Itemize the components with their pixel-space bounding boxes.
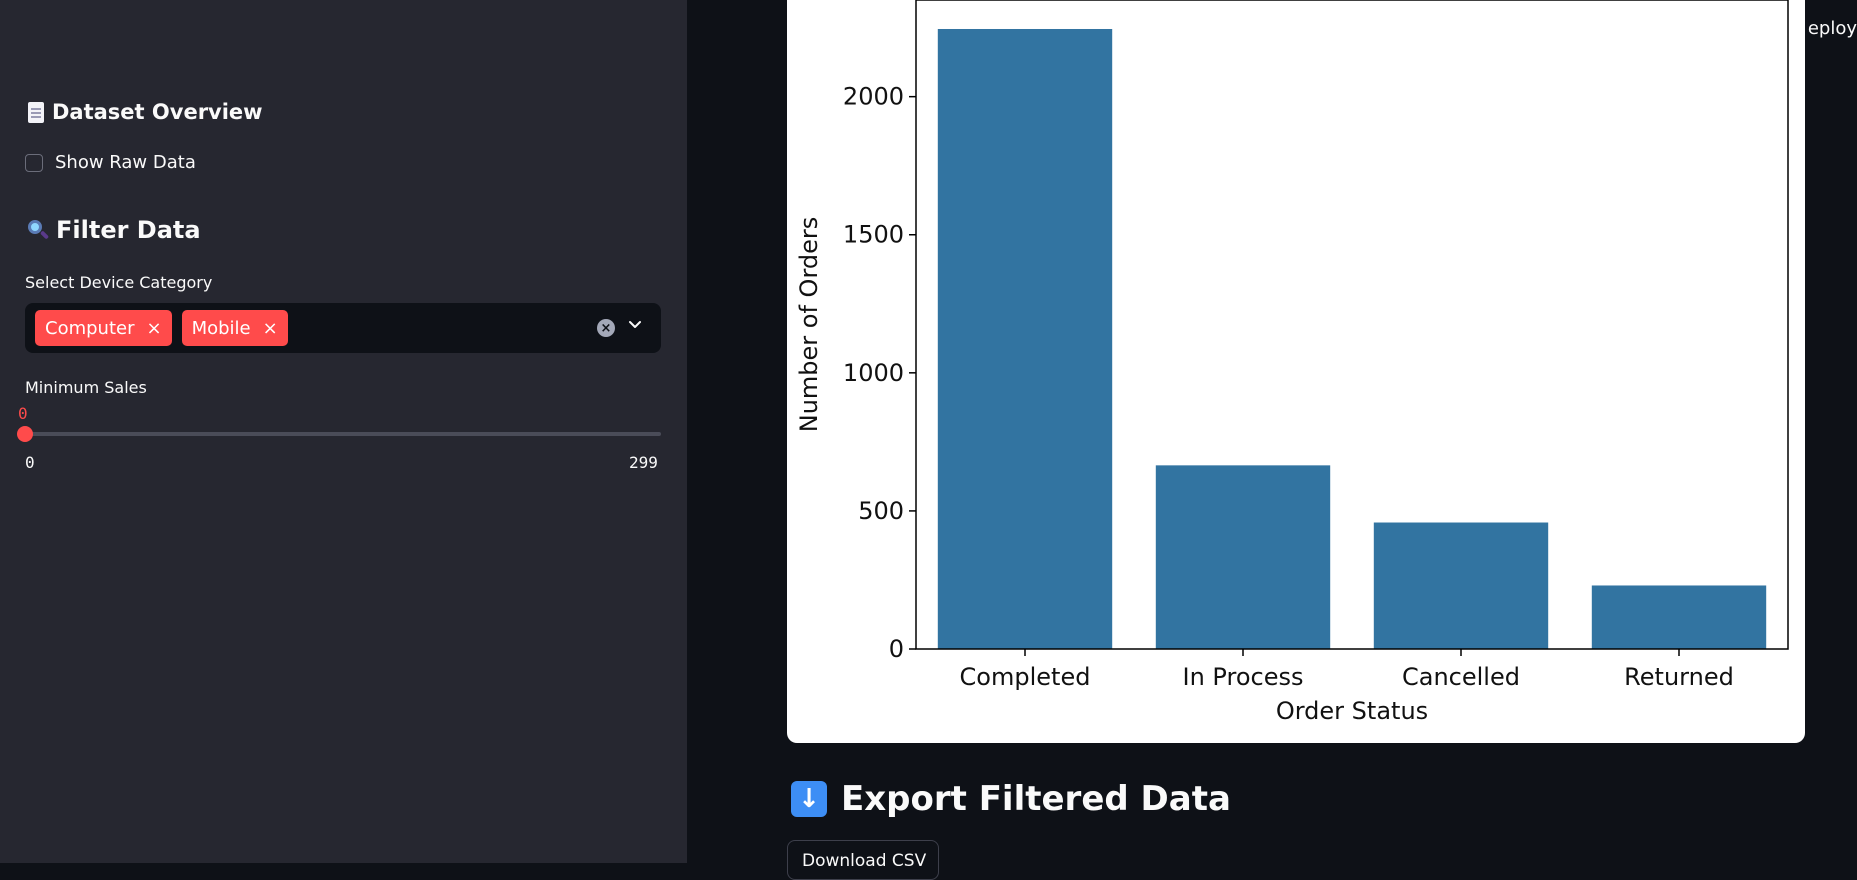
bar-in-process xyxy=(1155,465,1331,649)
show-raw-data-checkbox[interactable] xyxy=(25,153,43,172)
download-arrow-icon: ↓ xyxy=(791,781,827,817)
order-status-bar-chart: Completed In Process Cancelled Returned 0 500… xyxy=(795,0,1789,725)
document-icon xyxy=(28,101,44,123)
magnifier-icon xyxy=(28,220,50,240)
dataset-overview-title: Dataset Overview xyxy=(52,100,263,124)
filter-data-title: Filter Data xyxy=(56,216,201,244)
slider-current-value: 0 xyxy=(18,404,28,423)
show-raw-data-label[interactable]: Show Raw Data xyxy=(55,152,196,173)
bar-returned xyxy=(1591,585,1767,649)
y-axis-label: Number of Orders xyxy=(795,217,823,433)
x-tick-label: Completed xyxy=(960,663,1091,691)
minimum-sales-slider-track[interactable] xyxy=(25,432,661,436)
export-heading: ↓ Export Filtered Data xyxy=(791,779,1231,819)
show-raw-data-checkbox-row[interactable]: Show Raw Data xyxy=(25,152,196,173)
slider-max-label: 299 xyxy=(629,453,658,472)
x-tick-label: Returned xyxy=(1624,663,1734,691)
bar-cancelled xyxy=(1373,522,1549,649)
x-axis-label: Order Status xyxy=(1276,697,1428,725)
order-status-chart-card: Completed In Process Cancelled Returned 0 500… xyxy=(787,0,1805,743)
clear-all-icon[interactable]: × xyxy=(597,319,615,337)
tag-close-icon[interactable]: × xyxy=(146,318,161,339)
tag-close-icon[interactable]: × xyxy=(263,318,278,339)
download-csv-button[interactable]: Download CSV xyxy=(787,840,939,880)
sidebar: Dataset Overview Show Raw Data Filter Da… xyxy=(0,0,687,863)
y-tick-label: 500 xyxy=(858,497,904,525)
y-tick-label: 1500 xyxy=(843,221,904,249)
device-tag-label: Computer xyxy=(45,317,135,339)
device-category-label: Select Device Category xyxy=(25,273,213,292)
y-tick-label: 2000 xyxy=(843,83,904,111)
chevron-down-icon[interactable] xyxy=(627,316,643,332)
minimum-sales-slider-thumb[interactable] xyxy=(17,426,33,442)
export-heading-text: Export Filtered Data xyxy=(841,779,1231,819)
y-tick-label: 0 xyxy=(889,635,904,663)
slider-min-label: 0 xyxy=(25,453,35,472)
y-tick-label: 1000 xyxy=(843,359,904,387)
dataset-overview-heading: Dataset Overview xyxy=(28,100,263,124)
bar-completed xyxy=(937,28,1113,650)
x-tick-label: Cancelled xyxy=(1402,663,1520,691)
filter-data-heading: Filter Data xyxy=(28,216,201,244)
device-tag-computer[interactable]: Computer × xyxy=(35,310,172,346)
device-category-multiselect[interactable]: Computer × Mobile × × xyxy=(25,303,661,353)
device-tag-label: Mobile xyxy=(191,317,251,339)
minimum-sales-label: Minimum Sales xyxy=(25,378,147,397)
device-tag-mobile[interactable]: Mobile × xyxy=(181,310,288,346)
deploy-button[interactable]: eploy xyxy=(1808,18,1857,39)
x-tick-label: In Process xyxy=(1183,663,1304,691)
